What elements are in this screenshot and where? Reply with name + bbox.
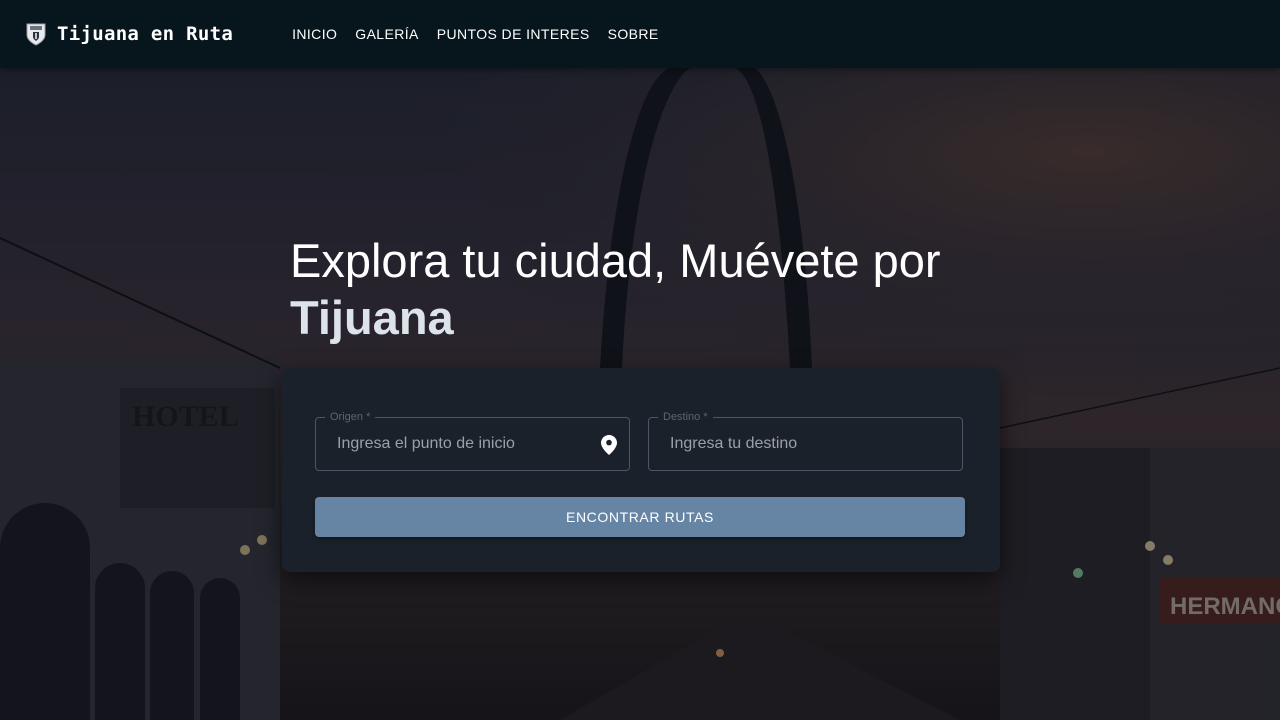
map-pin-icon[interactable]: [601, 435, 617, 455]
brand-title: Tijuana en Ruta: [57, 23, 234, 45]
top-navbar: Tijuana en Ruta INICIO GALERÍA PUNTOS DE…: [0, 0, 1280, 68]
nav-link-galeria[interactable]: GALERÍA: [355, 26, 419, 42]
find-routes-button[interactable]: ENCONTRAR RUTAS: [315, 497, 965, 537]
route-search-card: Origen * Destino * ENCONTRAR RUTAS: [282, 368, 1000, 572]
brand[interactable]: Tijuana en Ruta: [25, 22, 233, 46]
destination-field: Destino *: [648, 410, 963, 471]
destination-input[interactable]: [649, 418, 962, 470]
hero-title: Explora tu ciudad, Muévete por Tijuana: [290, 232, 1050, 346]
hero-title-line1: Explora tu ciudad, Muévete por: [290, 234, 941, 287]
main-nav: INICIO GALERÍA PUNTOS DE INTERES SOBRE: [283, 26, 668, 42]
nav-link-sobre[interactable]: SOBRE: [608, 26, 659, 42]
shield-crest-icon: [26, 23, 46, 46]
origin-field: Origen *: [315, 410, 630, 471]
hero-title-city: Tijuana: [290, 291, 454, 344]
nav-link-inicio[interactable]: INICIO: [292, 26, 337, 42]
nav-link-puntos-de-interes[interactable]: PUNTOS DE INTERES: [437, 26, 590, 42]
origin-input[interactable]: [316, 418, 629, 470]
